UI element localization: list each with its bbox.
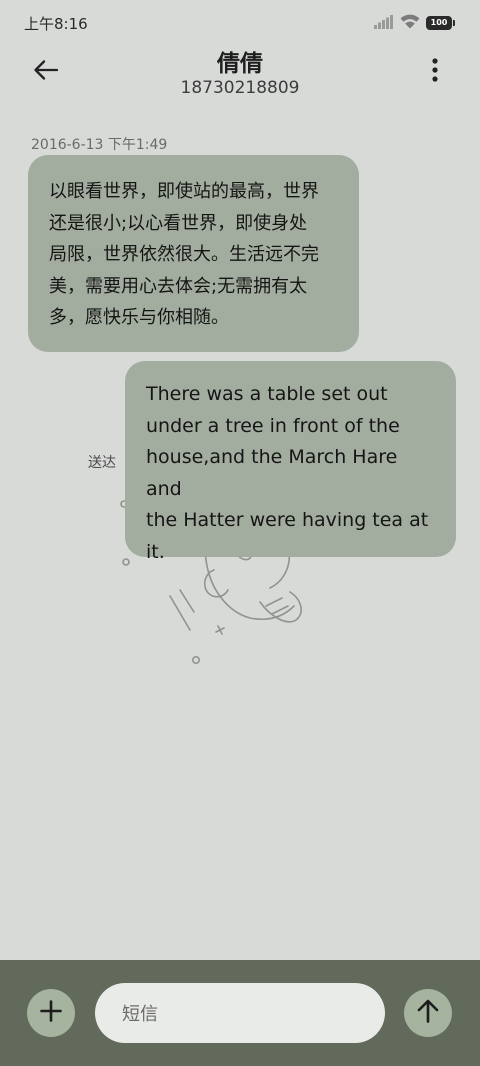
delivery-status: 送达 (88, 455, 116, 471)
signal-icon (374, 14, 394, 33)
more-vertical-icon (432, 58, 438, 86)
add-attachment-button[interactable] (27, 989, 75, 1037)
message-timestamp: 2016-6-13 下午1:49 (31, 137, 168, 153)
status-bar: 上午8:16 100 (0, 0, 480, 46)
message-input[interactable]: 短信 (95, 983, 385, 1043)
message-text-line: it. (146, 540, 165, 563)
message-text-line: There was a table set out (146, 383, 388, 405)
message-input-placeholder: 短信 (122, 1004, 158, 1025)
message-text-line: 美，需要用心去体会;无需拥有太 (49, 275, 308, 297)
message-text-line: 以眼看世界，即使站的最高，世界 (49, 181, 319, 202)
more-options-button[interactable] (420, 55, 450, 89)
message-text-line: the Hatter were having tea at (146, 509, 429, 531)
arrow-up-icon (417, 999, 439, 1027)
outgoing-message-bubble[interactable]: There was a table set out under a tree i… (125, 361, 456, 563)
contact-name: 倩倩 (217, 51, 263, 77)
plus-icon (40, 1000, 62, 1026)
message-text-line: under a tree in front of the (146, 414, 400, 437)
message-text-line: 多，愿快乐与你相随。 (49, 307, 229, 328)
battery-icon: 100 (426, 16, 455, 30)
message-text-line: house,and the March Hare and (146, 446, 398, 500)
status-icons: 100 (374, 12, 455, 34)
message-text-line: 局限，世界依然很大。生活远不完 (49, 244, 319, 265)
wifi-icon (400, 14, 420, 33)
message-text-line: 还是很小;以心看世界，即使身处 (49, 212, 308, 234)
status-time: 上午8:16 (24, 15, 88, 33)
send-button[interactable] (404, 989, 452, 1037)
contact-phone-number: 18730218809 (180, 78, 300, 98)
incoming-message-bubble[interactable]: 以眼看世界，即使站的最高，世界 还是很小;以心看世界，即使身处 局限，世界依然很… (28, 155, 359, 352)
